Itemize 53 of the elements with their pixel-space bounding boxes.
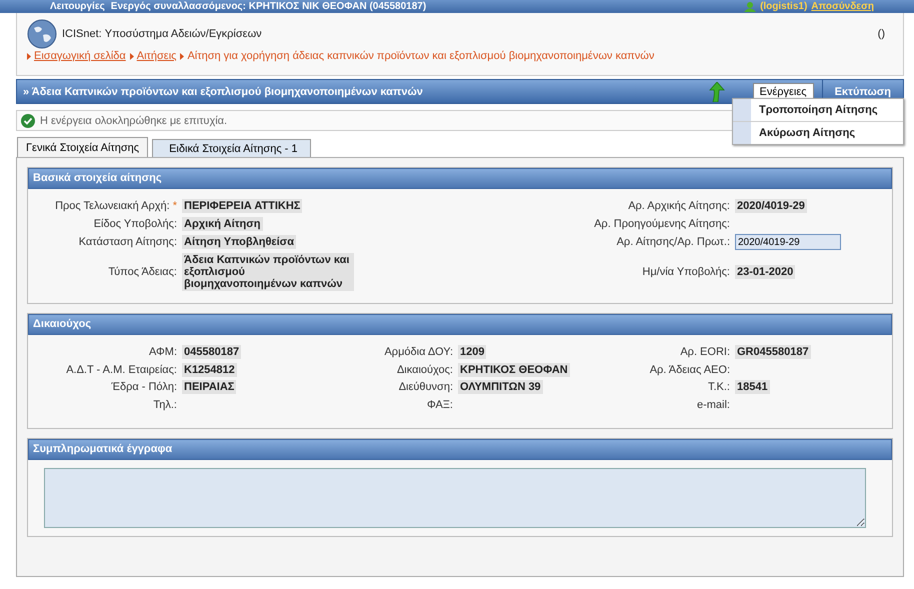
field-value: ΠΕΡΙΦΕΡΕΙΑ ΑΤΤΙΚΗΣ <box>182 199 302 213</box>
field-label: ΦΑΞ: <box>426 398 453 410</box>
field-label: Τ.Κ.: <box>708 381 730 393</box>
username-text: (logistis1) <box>760 0 808 12</box>
field-label: Αρ. Άδειας ΑΕΟ: <box>650 364 730 376</box>
field-value: 045580187 <box>182 345 242 359</box>
field-value: 2020/4019-29 <box>735 199 807 213</box>
field-value: ΠΕΙΡΑΙΑΣ <box>182 380 236 394</box>
field-label: Τύπος Άδειας: <box>108 266 177 278</box>
field-label: Ημ/νία Υποβολής: <box>642 266 730 278</box>
field-label: Τηλ.: <box>153 398 177 410</box>
field-value: 18541 <box>735 380 770 394</box>
active-trader-text: Ενεργός συναλλασσόμενος: ΚΡΗΤΙΚΟΣ ΝΙΚ ΘΕΟΦΑΝ (045580187) <box>110 0 426 12</box>
field-label: Αρ. Προηγούμενης Αίτησης: <box>594 218 730 230</box>
field-label: Αρ. Αίτησης/Αρ. Πρωτ.: <box>616 236 730 248</box>
menu-item[interactable]: Τροποποίηση Αίτησης <box>733 99 903 122</box>
field-label: Έδρα - Πόλη: <box>111 381 177 393</box>
menu-link[interactable]: Λειτουργίες <box>50 0 105 12</box>
field-value: 23-01-2020 <box>735 265 796 279</box>
page-title: » Άδεια Καπνικών προϊόντων και εξοπλισμού βιομηχανοποιημένων καπνών <box>22 86 423 98</box>
section-header: Συμπληρωματικά έγγραφα <box>28 439 892 460</box>
breadcrumb-link[interactable]: Εισαγωγική σελίδα <box>34 50 126 62</box>
field-value: Άδεια Καπνικών προϊόντων και εξοπλισμού βιομηχανοποιημένων καπνών <box>182 253 354 291</box>
success-message: Η ενέργεια ολοκληρώθηκε με επιτυχία. <box>40 114 228 126</box>
field-value: 1209 <box>458 345 486 359</box>
tab[interactable]: Ειδικά Στοιχεία Αίτησης - 1 <box>152 139 311 157</box>
header-text: () <box>878 28 885 40</box>
field-value: Αίτηση Υποβληθείσα <box>182 235 296 249</box>
field-value: ΚΡΗΤΙΚΟΣ ΘΕΟΦΑΝ <box>458 362 570 376</box>
field-label: Αρ. EORI: <box>680 346 730 358</box>
section-header: Βασικά στοιχεία αίτησης <box>28 168 892 189</box>
field-label: Αρμόδια ΔΟΥ: <box>384 346 453 358</box>
field-label: Διεύθυνση: <box>398 381 453 393</box>
field-label: Α.Δ.Τ - Α.Μ. Εταιρείας: <box>66 364 177 376</box>
field-label: Δικαιούχος: <box>396 364 453 376</box>
menu-item[interactable]: Ακύρωση Αίτησης <box>733 122 903 144</box>
breadcrumb-link[interactable]: Αιτήσεις <box>136 50 176 62</box>
input-field[interactable]: 2020/4019-29 <box>735 234 841 250</box>
field-label: Αρ. Αρχικής Αίτησης: <box>628 200 730 212</box>
field-label: Είδος Υποβολής: <box>94 218 177 230</box>
field-label: e-mail: <box>696 398 730 410</box>
field-value: GR045580187 <box>735 345 811 359</box>
section-header: Δικαιούχος <box>28 314 892 335</box>
field-label: Προς Τελωνειακή Αρχή: <box>55 200 170 212</box>
tab[interactable]: Γενικά Στοιχεία Αίτησης <box>17 137 148 157</box>
required-marker: * <box>172 200 177 212</box>
field-value: ΟΛΥΜΠΙΤΩΝ 39 <box>458 380 543 394</box>
field-value: Αρχική Αίτηση <box>182 216 263 230</box>
breadcrumb-text: Αίτηση για χορήγηση άδειας καπνικών προϊόντων και εξοπλισμού βιομηχανοποιημένων καπνών <box>187 50 654 62</box>
field-label: Κατάσταση Αίτησης: <box>78 236 177 248</box>
app-title: ICISnet: Υποσύστημα Αδειών/Εγκρίσεων <box>62 28 262 40</box>
field-label: ΑΦΜ: <box>148 346 177 358</box>
field-value: Κ1254812 <box>182 362 237 376</box>
